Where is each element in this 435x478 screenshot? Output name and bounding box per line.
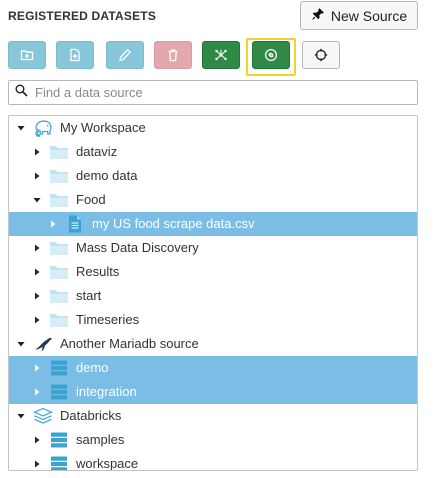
tree-item-label: my US food scrape data.csv xyxy=(92,216,255,231)
tree-item[interactable]: samples xyxy=(9,428,417,452)
tree-item-label: Results xyxy=(76,264,120,279)
tree-item[interactable]: Mass Data Discovery xyxy=(9,236,417,260)
folder-icon xyxy=(49,191,69,209)
folder-plus-icon xyxy=(20,50,34,61)
trash-icon xyxy=(168,49,178,62)
caret-right-icon[interactable] xyxy=(33,460,41,468)
caret-right-icon[interactable] xyxy=(33,316,41,324)
connect-icon xyxy=(264,48,278,62)
tree-item[interactable]: My Workspace xyxy=(9,116,417,140)
tree-item[interactable]: integration xyxy=(9,380,417,404)
tree-item-label: Another Mariadb source xyxy=(60,336,199,351)
network-button[interactable] xyxy=(202,41,240,69)
search-input[interactable] xyxy=(35,85,405,100)
folder-icon xyxy=(49,287,69,305)
tree-item-label: Timeseries xyxy=(76,312,140,327)
new-file-button[interactable] xyxy=(56,41,94,69)
file-icon xyxy=(65,215,85,233)
caret-down-icon[interactable] xyxy=(33,196,41,204)
database-icon xyxy=(49,431,69,449)
caret-right-icon[interactable] xyxy=(33,172,41,180)
folder-icon xyxy=(49,239,69,257)
tree-item[interactable]: Databricks xyxy=(9,404,417,428)
mariadb-seal-icon xyxy=(33,335,53,353)
folder-icon xyxy=(49,263,69,281)
caret-right-icon[interactable] xyxy=(33,436,41,444)
new-source-label: New Source xyxy=(330,7,408,24)
connect-data-button[interactable] xyxy=(252,41,290,69)
database-icon xyxy=(49,359,69,377)
search-icon xyxy=(15,84,28,102)
tree-item-label: demo data xyxy=(76,168,138,183)
edit-button[interactable] xyxy=(106,41,144,69)
caret-right-icon[interactable] xyxy=(33,292,41,300)
network-icon xyxy=(215,49,227,61)
tree-item-label: My Workspace xyxy=(60,120,146,135)
tree-item[interactable]: Results xyxy=(9,260,417,284)
folder-icon xyxy=(49,311,69,329)
tree-item[interactable]: Another Mariadb source xyxy=(9,332,417,356)
caret-down-icon[interactable] xyxy=(17,412,25,420)
folder-icon xyxy=(49,143,69,161)
tree-item-label: demo xyxy=(76,360,109,375)
locate-button[interactable] xyxy=(302,41,340,69)
caret-down-icon[interactable] xyxy=(17,124,25,132)
tree-item-label: integration xyxy=(76,384,137,399)
tree-item[interactable]: start xyxy=(9,284,417,308)
tree-item[interactable]: Food xyxy=(9,188,417,212)
tree-item[interactable]: my US food scrape data.csv xyxy=(9,212,417,236)
caret-right-icon[interactable] xyxy=(33,388,41,396)
folder-icon xyxy=(49,167,69,185)
caret-right-icon[interactable] xyxy=(33,364,41,372)
database-icon xyxy=(49,383,69,401)
caret-down-icon[interactable] xyxy=(17,340,25,348)
crosshair-icon xyxy=(314,48,328,62)
new-folder-button[interactable] xyxy=(8,41,46,69)
tree-item[interactable]: workspace xyxy=(9,452,417,471)
caret-right-icon[interactable] xyxy=(49,220,57,228)
caret-right-icon[interactable] xyxy=(33,244,41,252)
new-source-button[interactable]: New Source xyxy=(300,1,418,30)
caret-right-icon[interactable] xyxy=(33,268,41,276)
database-icon xyxy=(49,455,69,470)
file-plus-icon xyxy=(70,48,80,62)
databricks-layers-icon xyxy=(33,407,53,425)
elephant-icon xyxy=(33,119,53,137)
tree-item-label: samples xyxy=(76,432,125,447)
tree-item-label: Databricks xyxy=(60,408,122,423)
tree-item[interactable]: demo xyxy=(9,356,417,380)
dataset-tree: My Workspace dataviz demo data Food my US fo… xyxy=(8,115,418,471)
tree-item[interactable]: demo data xyxy=(9,164,417,188)
tree-item-label: Food xyxy=(76,192,106,207)
tree-item-label: Mass Data Discovery xyxy=(76,240,199,255)
tree-item-label: start xyxy=(76,288,102,303)
tree-item-label: workspace xyxy=(76,456,139,471)
header-title: REGISTERED DATASETS xyxy=(8,9,157,23)
pencil-icon xyxy=(119,48,132,62)
tree-item[interactable]: Timeseries xyxy=(9,308,417,332)
search-box[interactable] xyxy=(8,80,418,105)
caret-right-icon[interactable] xyxy=(33,148,41,156)
delete-button[interactable] xyxy=(154,41,192,69)
plug-icon xyxy=(311,7,325,24)
tree-item-label: dataviz xyxy=(76,144,118,159)
tree-item[interactable]: dataviz xyxy=(9,140,417,164)
